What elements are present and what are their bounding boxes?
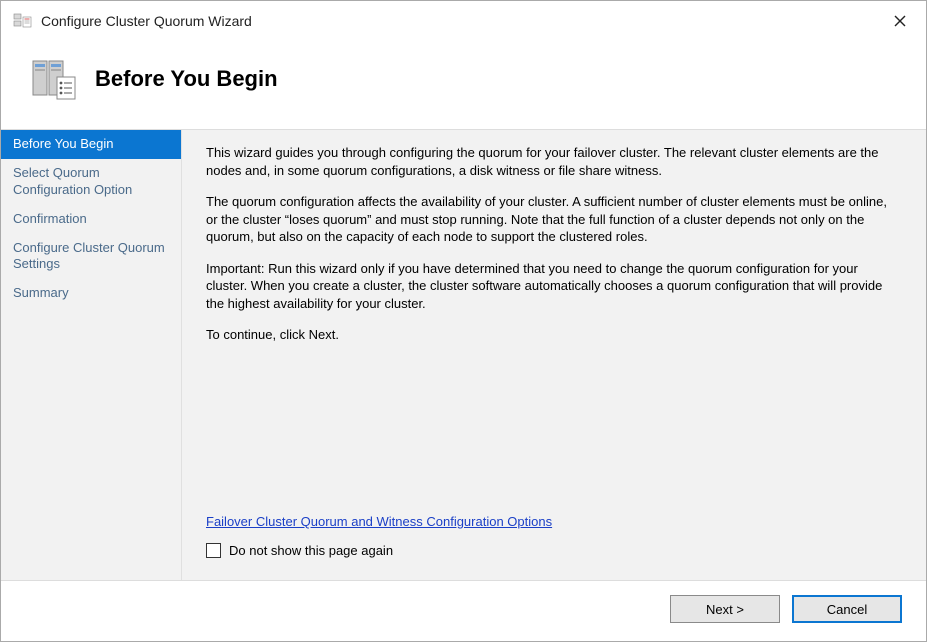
intro-paragraph-2: The quorum configuration affects the ava… xyxy=(206,193,902,246)
intro-paragraph-3: Important: Run this wizard only if you h… xyxy=(206,260,902,313)
wizard-body: Before You Begin Select Quorum Configura… xyxy=(1,129,926,581)
app-icon xyxy=(13,11,33,31)
help-link-quorum-witness-options[interactable]: Failover Cluster Quorum and Witness Conf… xyxy=(206,514,902,529)
sidebar-item-summary[interactable]: Summary xyxy=(1,279,181,308)
sidebar-item-select-quorum-config[interactable]: Select Quorum Configuration Option xyxy=(1,159,181,205)
window-title: Configure Cluster Quorum Wizard xyxy=(41,13,252,29)
do-not-show-again-checkbox[interactable] xyxy=(206,543,221,558)
page-title: Before You Begin xyxy=(95,66,278,92)
titlebar: Configure Cluster Quorum Wizard xyxy=(1,1,926,37)
sidebar-item-before-you-begin[interactable]: Before You Begin xyxy=(1,130,181,159)
cancel-button[interactable]: Cancel xyxy=(792,595,902,623)
sidebar-item-label: Summary xyxy=(13,285,69,300)
do-not-show-again-label: Do not show this page again xyxy=(229,543,393,558)
do-not-show-again-row: Do not show this page again xyxy=(206,543,902,558)
close-button[interactable] xyxy=(886,7,914,35)
wizard-window: Configure Cluster Quorum Wizard xyxy=(0,0,927,642)
intro-paragraph-1: This wizard guides you through configuri… xyxy=(206,144,902,179)
wizard-sidebar: Before You Begin Select Quorum Configura… xyxy=(1,130,181,580)
sidebar-item-label: Confirmation xyxy=(13,211,87,226)
sidebar-item-label: Configure Cluster Quorum Settings xyxy=(13,240,165,272)
wizard-header: Before You Begin xyxy=(1,37,926,129)
button-bar: Next > Cancel xyxy=(1,581,926,641)
wizard-content: This wizard guides you through configuri… xyxy=(181,130,926,580)
intro-paragraph-4: To continue, click Next. xyxy=(206,326,902,344)
sidebar-item-label: Select Quorum Configuration Option xyxy=(13,165,132,197)
sidebar-item-configure-quorum-settings[interactable]: Configure Cluster Quorum Settings xyxy=(1,234,181,280)
sidebar-item-confirmation[interactable]: Confirmation xyxy=(1,205,181,234)
sidebar-item-label: Before You Begin xyxy=(13,136,113,151)
next-button[interactable]: Next > xyxy=(670,595,780,623)
wizard-header-icon xyxy=(29,55,77,103)
